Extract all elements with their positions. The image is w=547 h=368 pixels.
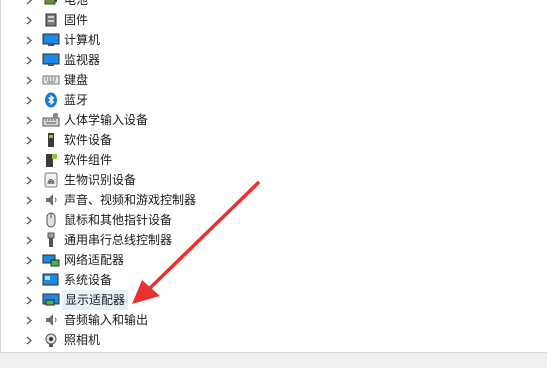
annotation-arrow [132,181,260,304]
horizontal-scrollbar[interactable] [0,352,547,368]
